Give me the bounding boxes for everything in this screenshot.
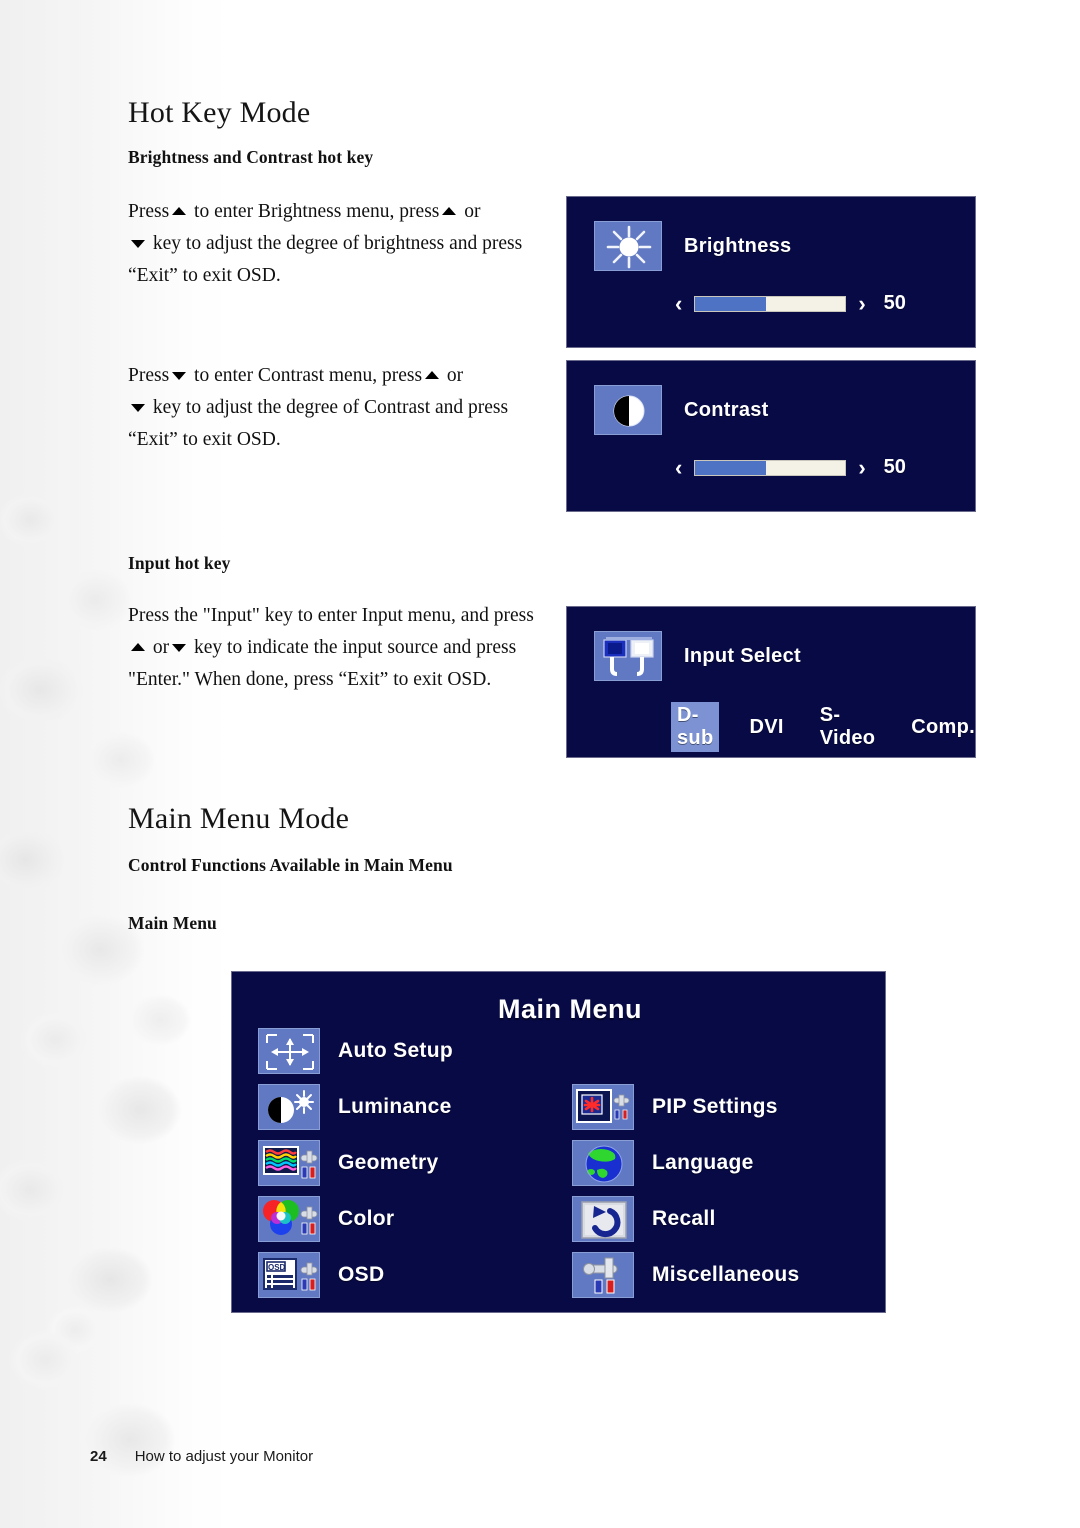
chevron-right-icon[interactable]: › [858,292,865,315]
menu-label-recall: Recall [652,1207,716,1230]
menu-item-auto-setup[interactable]: Auto Setup [258,1028,453,1074]
auto-setup-icon [258,1028,320,1074]
contrast-slider-track[interactable] [694,459,847,476]
menu-item-pip-settings[interactable]: PIP Settings [572,1084,778,1130]
menu-item-osd[interactable]: OSD OSD [258,1252,384,1298]
connector-plugs-icon [594,631,662,681]
heading-brightness-contrast-hot-key: Brightness and Contrast hot key [128,147,374,167]
osd-panel-main-menu: Main Menu Auto Setup Luminance Geometry … [231,971,886,1313]
contrast-text-part-b: to enter Contrast menu, press [194,365,423,386]
menu-label-miscellaneous: Miscellaneous [652,1263,800,1286]
osd-contrast-slider-row[interactable]: ‹ › 50 [675,456,906,479]
page-footer: 24 How to adjust your Monitor [90,1448,313,1465]
osd-input-select-label: Input Select [684,644,801,667]
brightness-slider-track[interactable] [694,295,847,312]
arrow-down-icon [172,372,187,380]
menu-item-color[interactable]: Color [258,1196,394,1242]
arrow-down-icon [131,240,145,248]
luminance-icon [258,1084,320,1130]
input-text-part-c: key to indicate the input source and pre… [128,637,517,690]
contrast-text-part-d: key to adjust the degree of Contrast and… [128,397,509,450]
chevron-left-icon[interactable]: ‹ [675,292,682,315]
input-source-options: D-sub DVI S-Video Comp. [671,702,975,752]
page-title-hot-key-mode: Hot Key Mode [128,96,311,129]
osd-panel-brightness: Brightness ‹ › 50 [566,196,976,348]
brightness-text-part-d: key to adjust the degree of brightness a… [128,233,523,286]
contrast-value: 50 [883,456,906,478]
contrast-circle-icon [594,385,662,435]
osd-contrast-label: Contrast [684,398,769,421]
input-text-part-a: Press the "Input" key to enter Input men… [128,605,534,626]
menu-label-language: Language [652,1151,754,1174]
osd-brightness-label: Brightness [684,234,792,257]
footer-chapter-title: How to adjust your Monitor [134,1448,314,1465]
page-title-main-menu-mode: Main Menu Mode [128,802,350,835]
brightness-value: 50 [883,292,906,314]
arrow-down-icon [172,644,187,652]
wrench-icon [572,1252,634,1298]
menu-label-osd: OSD [338,1263,385,1286]
menu-item-miscellaneous[interactable]: Miscellaneous [572,1252,799,1298]
menu-label-geometry: Geometry [338,1151,439,1174]
osd-brightness-header: Brightness [594,221,791,271]
contrast-slider-fill [695,460,766,475]
pip-settings-icon [572,1084,634,1130]
arrow-up-icon [425,371,440,379]
footer-page-number: 24 [90,1448,107,1465]
input-option-comp[interactable]: Comp. [905,714,975,741]
menu-item-language[interactable]: Language [572,1140,754,1186]
brightness-slider-fill [695,296,766,311]
brightness-text-part-b: to enter Brightness menu, press [194,201,440,222]
contrast-text-part-a: Press [128,365,170,386]
recall-arrow-icon [572,1196,634,1242]
menu-label-pip-settings: PIP Settings [652,1095,778,1118]
menu-label-color: Color [338,1207,395,1230]
menu-item-recall[interactable]: Recall [572,1196,716,1242]
arrow-up-icon [442,207,457,215]
osd-input-select-header: Input Select [594,631,801,681]
sun-icon [594,221,662,271]
osd-panel-input-select: Input Select D-sub DVI S-Video Comp. [566,606,976,758]
globe-icon [572,1140,634,1186]
svg-text:OSD: OSD [268,1263,286,1272]
arrow-up-icon [131,643,145,651]
menu-label-auto-setup: Auto Setup [338,1039,453,1062]
heading-control-functions: Control Functions Available in Main Menu [128,855,453,875]
paragraph-contrast-instructions: Press to enter Contrast menu, press or k… [128,360,558,456]
brightness-text-part-c: or [464,201,481,222]
arrow-down-icon [131,404,145,412]
color-icon [258,1196,320,1242]
paragraph-input-instructions: Press the "Input" key to enter Input men… [128,600,548,696]
paragraph-brightness-instructions: Press to enter Brightness menu, press or… [128,196,558,292]
geometry-icon [258,1140,320,1186]
osd-main-menu-title: Main Menu [498,994,642,1024]
menu-item-geometry[interactable]: Geometry [258,1140,438,1186]
chevron-left-icon[interactable]: ‹ [675,456,682,479]
input-option-dvi[interactable]: DVI [743,714,789,741]
input-option-s-video[interactable]: S-Video [814,702,882,752]
heading-input-hot-key: Input hot key [128,553,231,573]
osd-panel-contrast: Contrast ‹ › 50 [566,360,976,512]
osd-contrast-header: Contrast [594,385,769,435]
input-option-d-sub[interactable]: D-sub [671,702,720,752]
osd-brightness-slider-row[interactable]: ‹ › 50 [675,292,906,315]
menu-item-luminance[interactable]: Luminance [258,1084,452,1130]
arrow-up-icon [172,207,187,215]
input-text-part-b: or [152,637,170,658]
menu-label-luminance: Luminance [338,1095,452,1118]
chevron-right-icon[interactable]: › [858,456,865,479]
heading-main-menu: Main Menu [128,913,217,933]
brightness-text-part-a: Press [128,201,170,222]
osd-icon: OSD [258,1252,320,1298]
contrast-text-part-c: or [446,365,464,386]
manual-page: Hot Key Mode Brightness and Contrast hot… [0,0,1080,1528]
